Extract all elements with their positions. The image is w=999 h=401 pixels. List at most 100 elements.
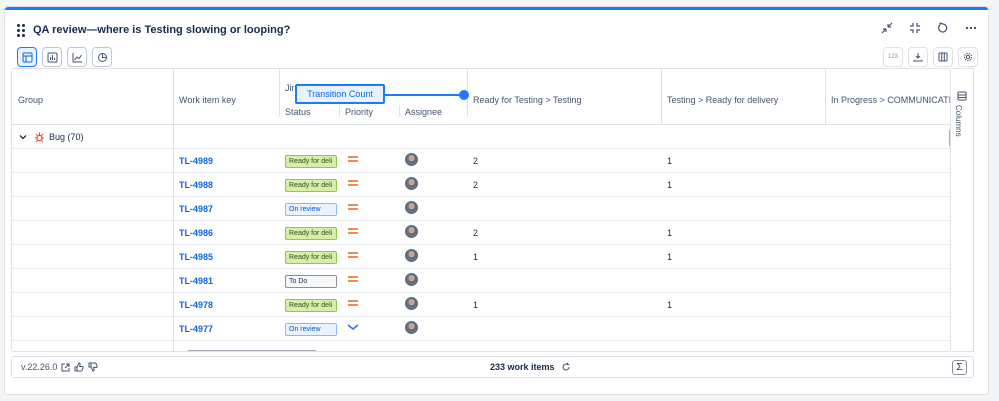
- transition-count-connector: [385, 94, 464, 96]
- testing-to-ready-for-delivery-value: 1: [667, 180, 673, 190]
- avatar[interactable]: [405, 248, 418, 262]
- download-icon: [913, 53, 923, 62]
- transition-count-handle[interactable]: [459, 90, 469, 100]
- avatar[interactable]: [405, 320, 418, 334]
- ready-for-testing-to-testing-value: 1: [473, 300, 479, 310]
- table-row[interactable]: TL-4978 Ready for deli 1 1: [12, 293, 950, 317]
- chevron-down-icon[interactable]: [18, 132, 28, 142]
- version-info: v.22.26.0: [21, 362, 99, 372]
- header-in-progress-to-communication[interactable]: In Progress > COMMUNICATION: [831, 95, 950, 105]
- priority-medium-icon: [347, 291, 359, 315]
- work-item-count: 233 work items: [490, 362, 571, 372]
- avatar[interactable]: [405, 176, 418, 190]
- bar-chart-icon: [47, 52, 57, 62]
- table-footer: v.22.26.0 233 work items Σ: [11, 356, 974, 378]
- status-badge[interactable]: To Do: [285, 274, 337, 288]
- status-badge[interactable]: Ready for deli: [285, 226, 337, 240]
- column-divider: [279, 69, 280, 117]
- group-expander[interactable]: Bug (70): [18, 125, 84, 149]
- work-item-key-link[interactable]: TL-4981: [179, 269, 213, 293]
- priority-medium-icon: [347, 267, 359, 291]
- panel-accent-bar: [5, 7, 988, 10]
- external-link-icon[interactable]: [61, 363, 70, 372]
- line-chart-view-button[interactable]: [67, 47, 87, 67]
- work-item-key-link[interactable]: TL-4989: [179, 149, 213, 173]
- work-item-key-link[interactable]: TL-4985: [179, 245, 213, 269]
- header-ready-for-testing-to-testing[interactable]: Ready for Testing > Testing: [473, 95, 581, 105]
- table-row[interactable]: TL-4981 To Do: [12, 269, 950, 293]
- horizontal-scrollbar[interactable]: [187, 350, 317, 351]
- version-label: v.22.26.0: [21, 362, 58, 372]
- table-tools: 123: [883, 47, 978, 67]
- table-row[interactable]: TL-4988 Ready for deli 2 1: [12, 173, 950, 197]
- avatar[interactable]: [405, 272, 418, 286]
- testing-to-ready-for-delivery-value: 1: [667, 300, 673, 310]
- priority-medium-icon: [347, 195, 359, 219]
- settings-button[interactable]: [958, 47, 978, 67]
- columns-icon: [957, 91, 967, 101]
- work-item-key-link[interactable]: TL-4986: [179, 221, 213, 245]
- status-badge[interactable]: Ready for deli: [285, 154, 337, 168]
- priority-medium-icon: [347, 171, 359, 195]
- table-row[interactable]: TL-4977 On review: [12, 317, 950, 341]
- work-item-key-link[interactable]: TL-4987: [179, 197, 213, 221]
- line-chart-icon: [72, 52, 82, 62]
- columns-icon: [938, 52, 948, 62]
- status-badge[interactable]: On review: [285, 322, 337, 336]
- column-divider: [399, 105, 400, 117]
- header-assignee[interactable]: Assignee: [405, 107, 442, 117]
- transition-count-chip[interactable]: Transition Count: [295, 84, 385, 104]
- status-badge[interactable]: Ready for deli: [285, 250, 337, 264]
- pie-chart-view-button[interactable]: [92, 47, 112, 67]
- table-row[interactable]: TL-4986 Ready for deli 2 1: [12, 221, 950, 245]
- data-table: Group Work item key Jir Status Priority …: [11, 68, 951, 352]
- column-divider: [339, 105, 340, 117]
- header-work-item-key[interactable]: Work item key: [179, 95, 236, 105]
- header-jira-group: Jir: [285, 83, 295, 93]
- bug-icon: [35, 132, 44, 142]
- download-button[interactable]: [908, 47, 928, 67]
- avatar[interactable]: [405, 200, 418, 214]
- ready-for-testing-to-testing-value: 1: [473, 252, 479, 262]
- group-label: Bug (70): [49, 132, 84, 142]
- gear-icon: [963, 52, 973, 62]
- table-row[interactable]: TL-4989 Ready for deli 2 1: [12, 149, 950, 173]
- shrink-icon[interactable]: [908, 21, 922, 35]
- group-row[interactable]: Bug (70): [12, 125, 950, 149]
- avatar[interactable]: [405, 224, 418, 238]
- header-group[interactable]: Group: [18, 95, 43, 105]
- status-badge[interactable]: Ready for deli: [285, 178, 337, 192]
- drag-handle-icon[interactable]: [17, 24, 27, 37]
- status-badge[interactable]: On review: [285, 202, 337, 216]
- work-item-key-link[interactable]: TL-4988: [179, 173, 213, 197]
- avatar[interactable]: [405, 296, 418, 310]
- table-row[interactable]: TL-4985 Ready for deli 1 1: [12, 245, 950, 269]
- avatar[interactable]: [405, 152, 418, 166]
- header-testing-to-ready-for-delivery[interactable]: Testing > Ready for delivery: [667, 95, 778, 105]
- number-format-button[interactable]: 123: [883, 47, 903, 67]
- header-priority[interactable]: Priority: [345, 107, 373, 117]
- columns-panel-label: Columns: [954, 105, 963, 137]
- work-item-key-link[interactable]: TL-4978: [179, 293, 213, 317]
- priority-medium-icon: [347, 219, 359, 243]
- sum-button[interactable]: Σ: [952, 360, 967, 375]
- status-badge[interactable]: Ready for deli: [285, 298, 337, 312]
- pie-chart-icon: [97, 52, 107, 62]
- thumbs-down-icon[interactable]: [88, 362, 99, 372]
- ready-for-testing-to-testing-value: 2: [473, 228, 479, 238]
- priority-medium-icon: [347, 243, 359, 267]
- thumbs-up-icon[interactable]: [74, 362, 85, 372]
- bar-chart-view-button[interactable]: [42, 47, 62, 67]
- collapse-icon[interactable]: [880, 21, 894, 35]
- refresh-icon[interactable]: [561, 362, 571, 372]
- table-icon: [22, 52, 32, 62]
- column-divider: [661, 69, 662, 125]
- refresh-icon[interactable]: [936, 21, 950, 35]
- columns-side-panel[interactable]: Columns: [951, 68, 974, 352]
- table-view-button[interactable]: [17, 47, 37, 67]
- header-status[interactable]: Status: [285, 107, 311, 117]
- more-icon[interactable]: [964, 21, 978, 35]
- work-item-key-link[interactable]: TL-4977: [179, 317, 213, 341]
- columns-button[interactable]: [933, 47, 953, 67]
- table-row[interactable]: TL-4987 On review: [12, 197, 950, 221]
